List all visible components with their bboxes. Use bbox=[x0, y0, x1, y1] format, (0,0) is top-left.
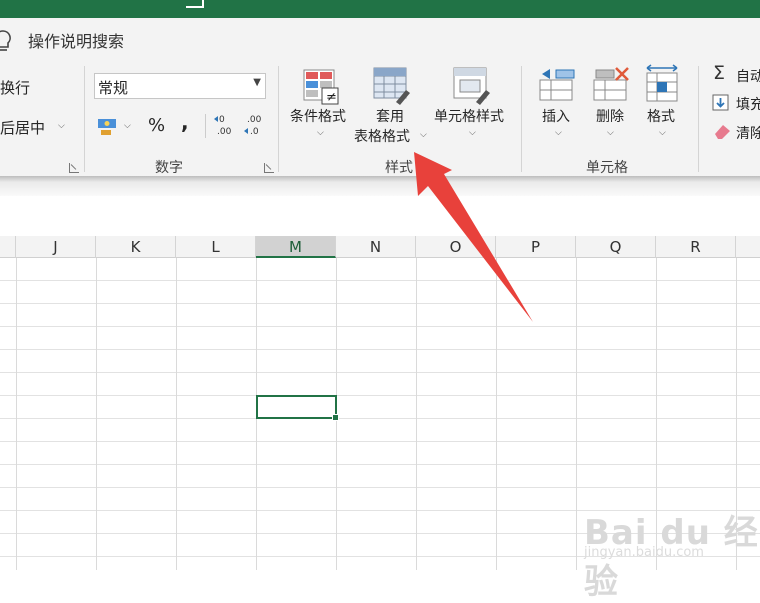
title-fragment bbox=[186, 0, 204, 8]
separator bbox=[278, 66, 279, 172]
baidu-watermark: Bai du 经验 jingyan.baidu.com bbox=[584, 505, 760, 603]
formula-bar[interactable] bbox=[0, 196, 760, 222]
merge-dropdown-icon[interactable]: ⌵ bbox=[58, 121, 65, 131]
format-as-table-label-1[interactable]: 套用 bbox=[376, 106, 404, 126]
accounting-format-icon[interactable] bbox=[97, 115, 119, 137]
cell-styles-icon[interactable] bbox=[452, 66, 492, 106]
fill-button[interactable]: 填充 bbox=[736, 94, 760, 114]
svg-text:.00: .00 bbox=[247, 115, 262, 125]
svg-text:.00: .00 bbox=[217, 127, 232, 137]
decrease-decimal-icon[interactable]: .00 .0 bbox=[244, 113, 266, 137]
number-format-value: 常规 bbox=[98, 79, 129, 97]
column-header-q[interactable]: Q bbox=[576, 236, 656, 258]
column-header-n[interactable]: N bbox=[336, 236, 416, 258]
percent-style-button[interactable]: % bbox=[148, 115, 165, 136]
format-button[interactable]: 格式 bbox=[647, 106, 675, 126]
chevron-down-icon[interactable]: ⌵ bbox=[420, 130, 427, 140]
chevron-down-icon[interactable]: ⌵ bbox=[317, 128, 324, 138]
active-cell[interactable] bbox=[256, 395, 339, 421]
chevron-down-icon: ▼ bbox=[253, 77, 261, 88]
styles-group-label: 样式 bbox=[385, 160, 413, 176]
lightbulb-icon[interactable] bbox=[0, 28, 14, 54]
chevron-down-icon[interactable]: ⌵ bbox=[555, 128, 562, 138]
column-header-o[interactable]: O bbox=[416, 236, 496, 258]
separator bbox=[205, 114, 206, 138]
alignment-dialog-launcher-icon[interactable] bbox=[69, 163, 79, 173]
column-header-partial[interactable] bbox=[0, 236, 16, 258]
insert-cells-icon[interactable] bbox=[538, 66, 578, 104]
ribbon-shadow bbox=[0, 176, 760, 196]
format-as-table-icon[interactable] bbox=[372, 66, 412, 106]
title-bar bbox=[0, 0, 760, 18]
format-as-table-button[interactable]: 表格格式 bbox=[354, 126, 410, 146]
merge-center-button[interactable]: 后居中 bbox=[0, 117, 45, 138]
insert-button[interactable]: 插入 bbox=[542, 106, 570, 126]
tell-me-search[interactable]: 操作说明搜索 bbox=[28, 28, 124, 52]
column-header-j[interactable]: J bbox=[16, 236, 96, 258]
chevron-down-icon[interactable]: ⌵ bbox=[659, 128, 666, 138]
chevron-down-icon[interactable]: ⌵ bbox=[469, 128, 476, 138]
chevron-down-icon[interactable]: ⌵ bbox=[607, 128, 614, 138]
fill-icon[interactable] bbox=[712, 94, 730, 112]
format-cells-icon[interactable] bbox=[644, 64, 682, 104]
clear-button[interactable]: 清除 bbox=[736, 123, 760, 143]
accounting-dropdown-icon[interactable]: ⌵ bbox=[124, 121, 131, 131]
svg-text:.0: .0 bbox=[250, 127, 259, 137]
conditional-formatting-icon[interactable]: ≠ bbox=[302, 68, 340, 106]
delete-button[interactable]: 删除 bbox=[596, 106, 624, 126]
column-header-k[interactable]: K bbox=[96, 236, 176, 258]
number-format-select[interactable]: 常规 ▼ bbox=[94, 73, 266, 99]
column-header-r[interactable]: R bbox=[656, 236, 736, 258]
separator bbox=[84, 66, 85, 172]
fill-handle[interactable] bbox=[332, 414, 339, 421]
number-dialog-launcher-icon[interactable] bbox=[264, 163, 274, 173]
cells-group-label: 单元格 bbox=[586, 160, 628, 176]
wrap-text-button[interactable]: 换行 bbox=[0, 77, 30, 98]
watermark-url: jingyan.baidu.com bbox=[584, 545, 704, 560]
svg-text:≠: ≠ bbox=[326, 90, 337, 105]
clear-eraser-icon[interactable] bbox=[712, 122, 732, 140]
column-header-row: J K L M N O P Q R bbox=[0, 236, 760, 258]
cell-styles-button[interactable]: 单元格样式 bbox=[434, 106, 504, 126]
separator bbox=[521, 66, 522, 172]
column-header-l[interactable]: L bbox=[176, 236, 256, 258]
svg-text:0: 0 bbox=[219, 115, 225, 125]
autosum-button[interactable]: 自动 bbox=[736, 66, 760, 86]
number-group-label: 数字 bbox=[155, 160, 183, 176]
conditional-formatting-button[interactable]: 条件格式 bbox=[290, 106, 346, 126]
column-header-m[interactable]: M bbox=[256, 236, 336, 258]
delete-cells-icon[interactable] bbox=[592, 66, 632, 104]
autosum-icon[interactable]: Σ bbox=[713, 62, 725, 84]
increase-decimal-icon[interactable]: 0 .00 bbox=[214, 113, 236, 137]
column-header-p[interactable]: P bbox=[496, 236, 576, 258]
comma-style-button[interactable]: , bbox=[181, 110, 189, 134]
separator bbox=[698, 66, 699, 172]
